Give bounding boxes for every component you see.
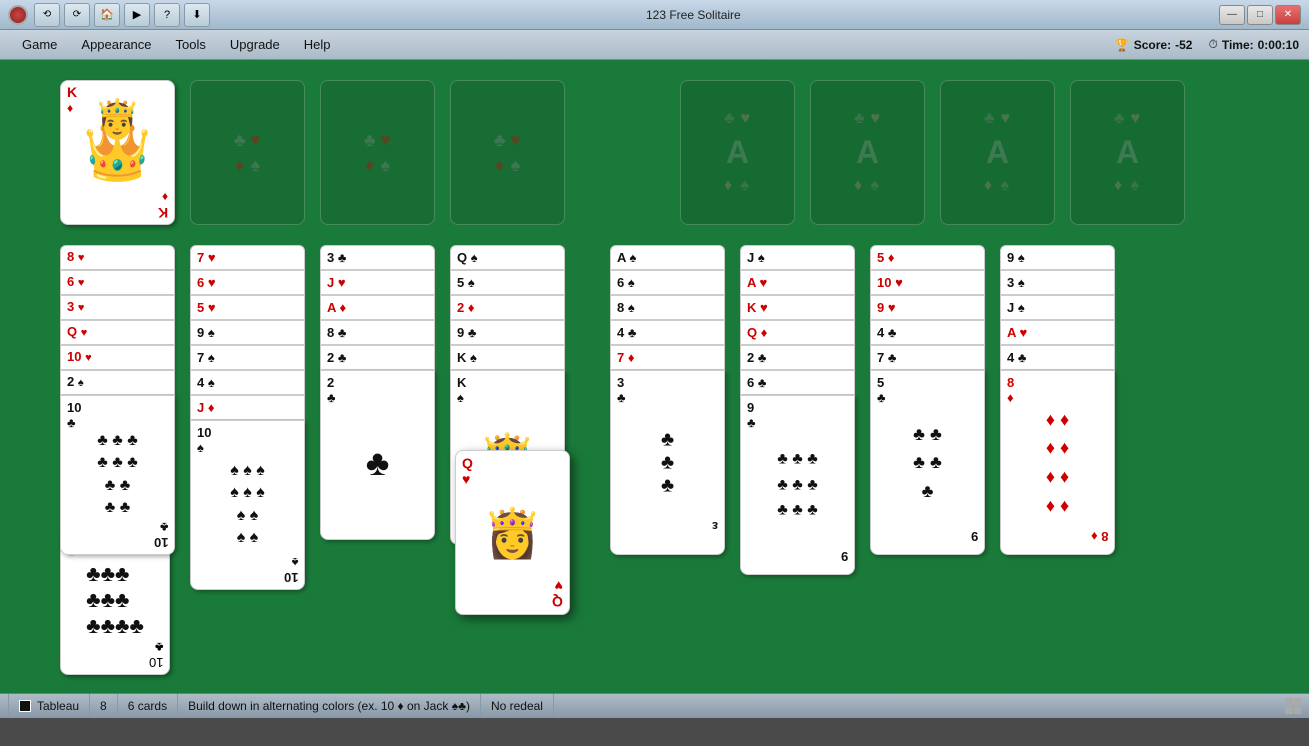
resize-grip[interactable] xyxy=(1285,698,1301,714)
window-controls: — □ ✕ xyxy=(1219,5,1301,25)
card-rank-top: K♦ xyxy=(67,85,77,116)
card-rank-bottom: K♦ xyxy=(158,189,168,220)
foundation-4[interactable]: ♣ ♥ A ♦ ♠ xyxy=(1070,80,1185,225)
rule-label: Build down in alternating colors (ex. 10… xyxy=(188,699,470,713)
menu-appearance[interactable]: Appearance xyxy=(69,34,163,55)
menu-tools[interactable]: Tools xyxy=(164,34,218,55)
waste-pile-2[interactable]: ♣♥ ♦♠ xyxy=(320,80,435,225)
status-gametype: Tableau xyxy=(8,694,90,718)
maximize-button[interactable]: □ xyxy=(1247,5,1273,25)
close-button[interactable]: ✕ xyxy=(1275,5,1301,25)
toolbar-btn-3[interactable]: 🏠 xyxy=(94,3,120,27)
dragged-queen-hearts[interactable]: Q♥ 👸 Q♥ xyxy=(455,450,570,615)
menu-help[interactable]: Help xyxy=(292,34,343,55)
status-redeal: No redeal xyxy=(481,694,554,718)
waste-pile-3[interactable]: ♣♥ ♦♠ xyxy=(450,80,565,225)
time-display: ⏱ Time: 0:00:10 xyxy=(1208,37,1299,52)
toolbar-btn-1[interactable]: ⟲ xyxy=(34,3,60,27)
scorebar: 🏆 Score: -52 ⏱ Time: 0:00:10 xyxy=(1115,32,1299,58)
titlebar-left: ⟲ ⟳ 🏠 ▶ ? ⬇ 123 Free Solitaire xyxy=(8,3,741,27)
score-display: 🏆 Score: -52 xyxy=(1115,38,1193,52)
foundation-1[interactable]: ♣ ♥ A ♦ ♠ xyxy=(680,80,795,225)
toolbar-btn-6[interactable]: ⬇ xyxy=(184,3,210,27)
game-area: K♦ K♦ 👑 🤴 ♣♥ ♦♠ ♣♥ ♦♠ ♣♥ ♦♠ ♣ ♥ A ♦ ♠ xyxy=(0,60,1309,693)
toolbar-btn-2[interactable]: ⟳ xyxy=(64,3,90,27)
time-value: 0:00:10 xyxy=(1258,38,1299,52)
score-label: Score: xyxy=(1134,38,1171,52)
columns-value: 8 xyxy=(100,699,107,713)
score-value: -52 xyxy=(1175,38,1192,52)
gametype-label: Tableau xyxy=(37,699,79,713)
time-label: Time: xyxy=(1222,38,1254,52)
status-cards: 6 cards xyxy=(118,694,178,718)
toolbar-btn-4[interactable]: ▶ xyxy=(124,3,150,27)
app-icon xyxy=(8,5,28,25)
stock-king-diamonds[interactable]: K♦ K♦ 👑 🤴 xyxy=(60,80,175,225)
title-bar: ⟲ ⟳ 🏠 ▶ ? ⬇ 123 Free Solitaire — □ ✕ xyxy=(0,0,1309,30)
toolbar-btn-5[interactable]: ? xyxy=(154,3,180,27)
status-bar: Tableau 8 6 cards Build down in alternat… xyxy=(0,693,1309,718)
cards-label: 6 cards xyxy=(128,699,167,713)
foundation-2[interactable]: ♣ ♥ A ♦ ♠ xyxy=(810,80,925,225)
window-title: 123 Free Solitaire xyxy=(646,8,741,22)
foundation-3[interactable]: ♣ ♥ A ♦ ♠ xyxy=(940,80,1055,225)
waste-pile-1[interactable]: ♣♥ ♦♠ xyxy=(190,80,305,225)
status-rule: Build down in alternating colors (ex. 10… xyxy=(178,694,481,718)
menu-upgrade[interactable]: Upgrade xyxy=(218,34,292,55)
minimize-button[interactable]: — xyxy=(1219,5,1245,25)
status-columns: 8 xyxy=(90,694,118,718)
menu-game[interactable]: Game xyxy=(10,34,69,55)
redeal-label: No redeal xyxy=(491,699,543,713)
